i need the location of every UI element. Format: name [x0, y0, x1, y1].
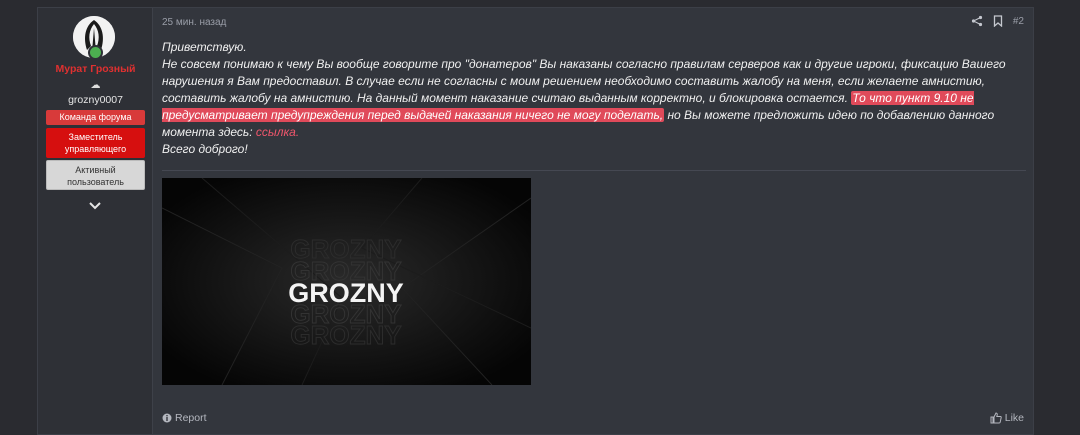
divider	[162, 170, 1026, 171]
user-panel: Мурат Грозный ☁ grozny0007 Команда форум…	[38, 8, 153, 434]
report-label: Report	[175, 412, 207, 424]
like-button[interactable]: Like	[990, 412, 1024, 424]
like-label: Like	[1004, 412, 1024, 424]
post-main: 25 мин. назад #2 Приветствую. Не совсем …	[162, 8, 1033, 434]
info-icon	[162, 413, 172, 423]
badge-deputy-manager: Заместитель управляющего	[46, 128, 145, 158]
post-message: Приветствую. Не совсем понимаю к чему Вы…	[162, 39, 1022, 158]
badge-forum-team: Команда форума	[46, 110, 145, 125]
closing-text: Всего доброго!	[162, 142, 248, 156]
share-icon[interactable]	[971, 15, 983, 27]
message-paragraph: Не совсем понимаю к чему Вы вообще говор…	[162, 56, 1022, 141]
chevron-down-icon[interactable]	[88, 201, 102, 211]
badge-active-user: Активный пользователь	[46, 160, 145, 190]
report-button[interactable]: Report	[162, 412, 207, 424]
greeting-text: Приветствую.	[162, 40, 247, 54]
post-timestamp[interactable]: 25 мин. назад	[162, 17, 226, 28]
banner-echo-4: GROZNY	[290, 320, 401, 350]
grozny-banner-image[interactable]: GROZNY GROZNY GROZNY GROZNY GROZNY	[162, 178, 531, 385]
banner-title: GROZNY	[288, 278, 404, 308]
post-number-link[interactable]: #2	[1013, 16, 1024, 27]
online-status-icon	[88, 45, 103, 60]
suggestion-link[interactable]: ссылка.	[256, 125, 299, 139]
username-link[interactable]: Мурат Грозный	[38, 63, 153, 75]
user-title: grozny0007	[68, 94, 123, 106]
forum-post: Мурат Грозный ☁ grozny0007 Команда форум…	[37, 7, 1034, 435]
post-tools: #2	[971, 15, 1024, 27]
cloud-icon: ☁	[90, 80, 101, 91]
thumbs-up-icon	[990, 412, 1002, 424]
bookmark-icon[interactable]	[993, 15, 1003, 27]
